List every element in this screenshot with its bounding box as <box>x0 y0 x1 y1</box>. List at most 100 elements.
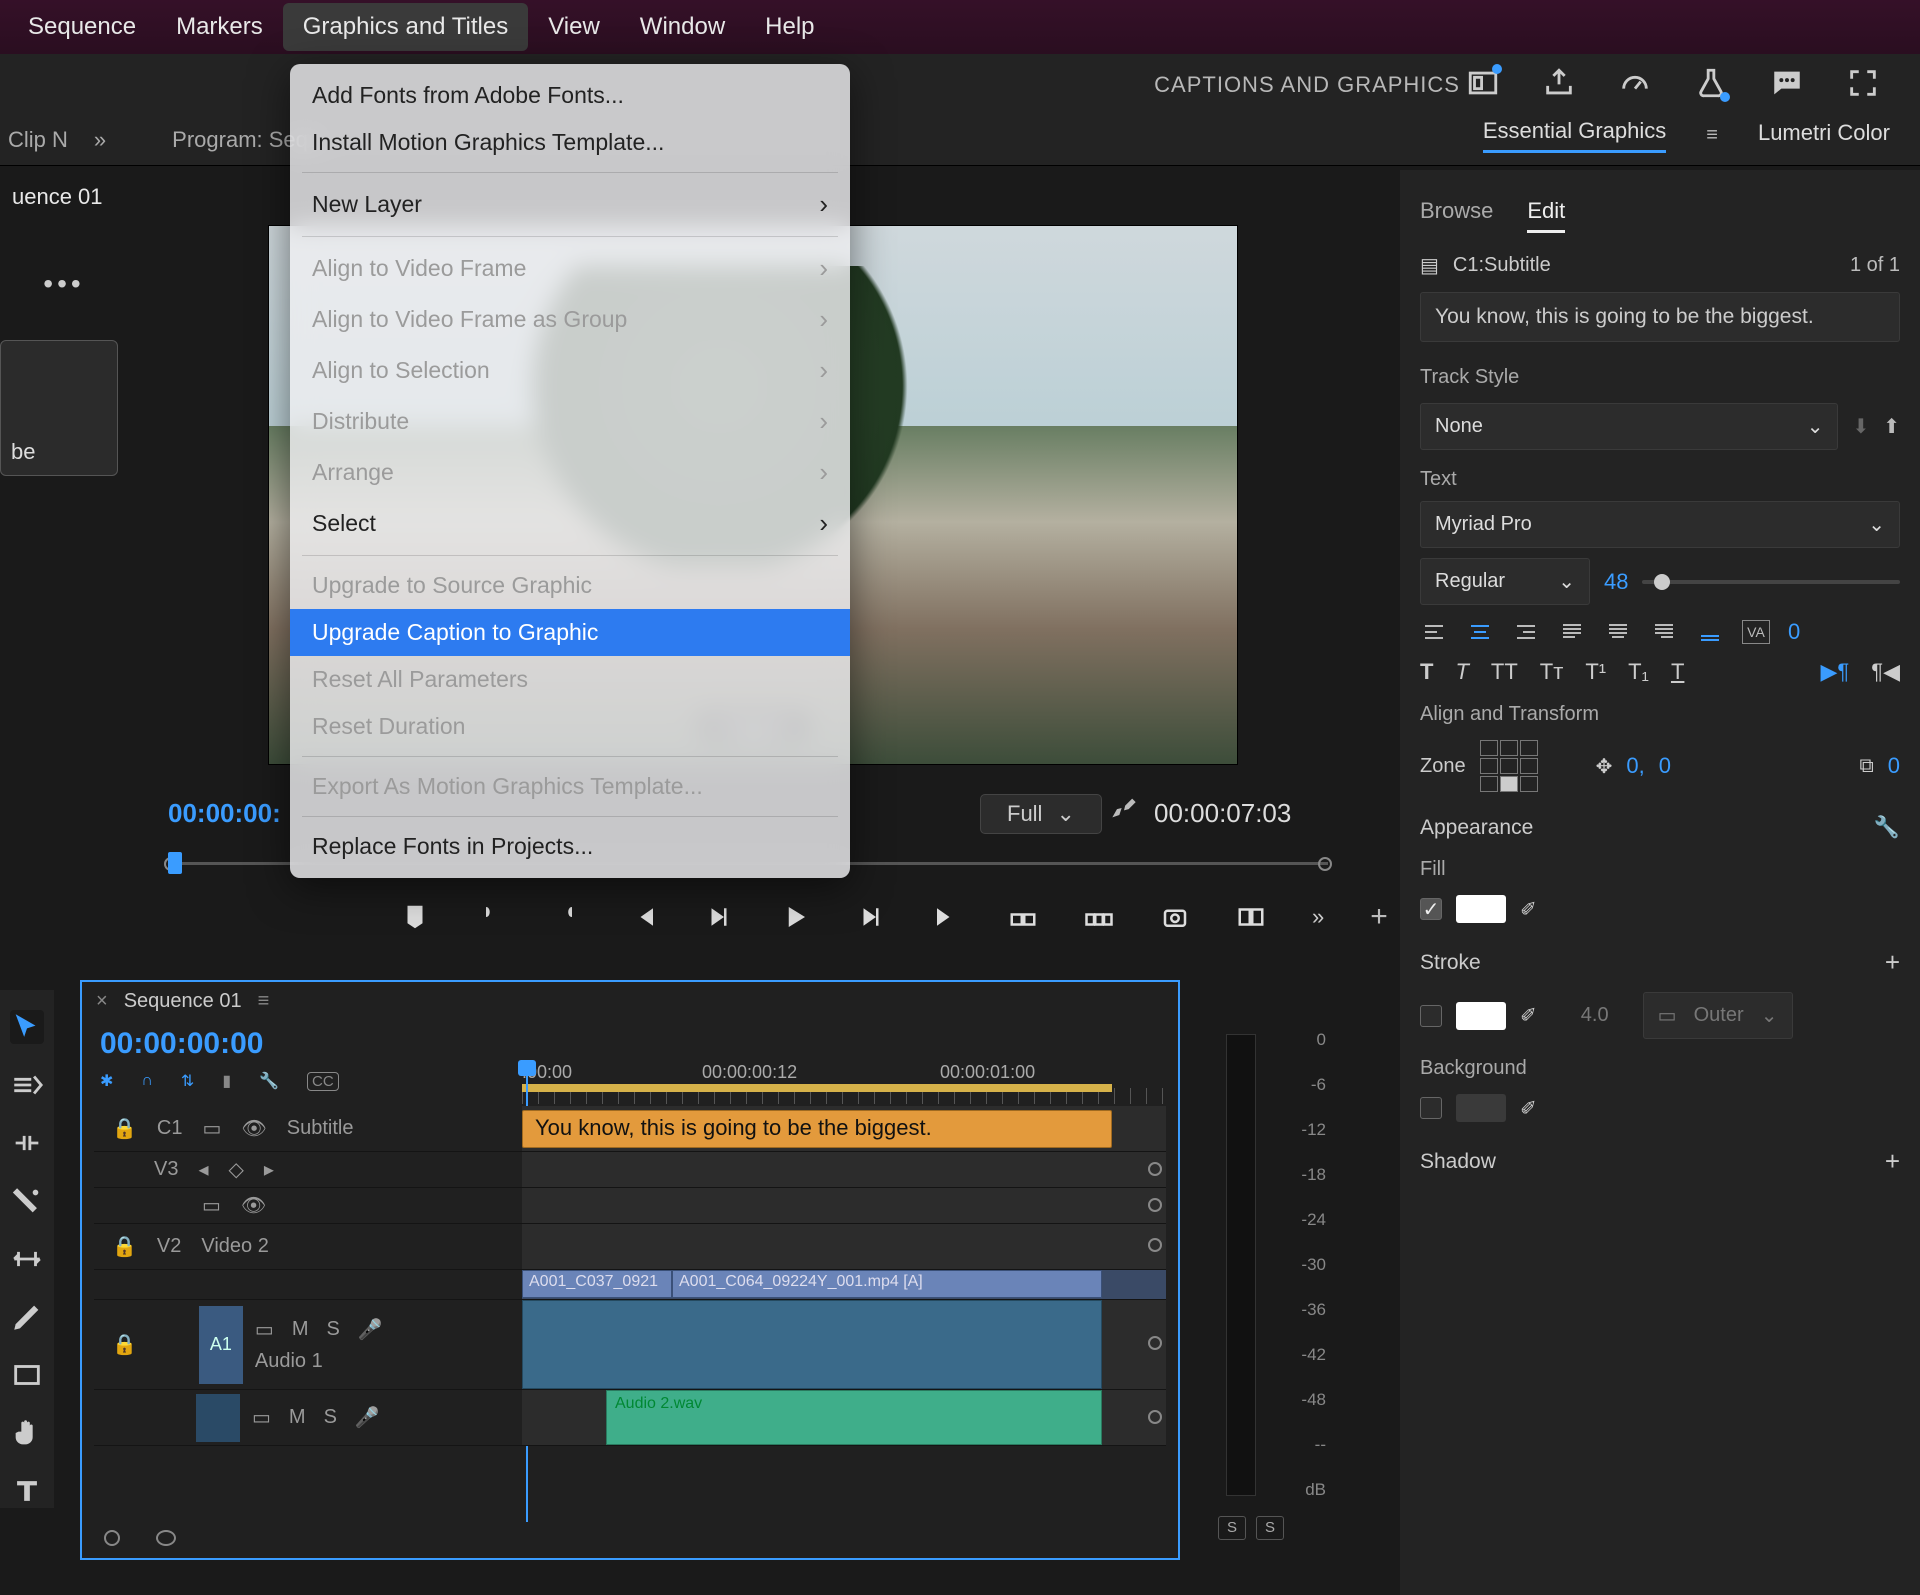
track-style-select[interactable]: None⌄ <box>1420 403 1838 450</box>
mi-install-mg[interactable]: Install Motion Graphics Template... <box>290 119 850 166</box>
lock-icon[interactable]: 🔒 <box>112 1116 137 1141</box>
eye-icon[interactable]: 👁 <box>241 1116 266 1141</box>
mi-replace-fonts[interactable]: Replace Fonts in Projects... <box>290 823 850 870</box>
bin-thumbnail[interactable]: be <box>0 340 118 476</box>
menu-graphics-titles[interactable]: Graphics and Titles <box>283 3 528 51</box>
menu-window[interactable]: Window <box>620 3 745 51</box>
justify-all-icon[interactable] <box>1696 620 1724 644</box>
audio-clip-a2[interactable]: Audio 2.wav <box>606 1390 1102 1445</box>
track-output-icon[interactable]: ▭ <box>252 1405 271 1430</box>
track-id[interactable] <box>196 1394 240 1442</box>
kerning-value[interactable]: 0 <box>1788 619 1800 645</box>
close-tab-icon[interactable]: × <box>96 990 108 1013</box>
rectangle-tool-icon[interactable] <box>10 1358 44 1392</box>
overflow-chevron-icon[interactable]: » <box>80 127 120 153</box>
lock-icon[interactable]: 🔒 <box>112 1332 137 1357</box>
eye-icon[interactable]: 👁 <box>241 1193 266 1218</box>
justify-center-icon[interactable] <box>1604 620 1632 644</box>
fill-color-swatch[interactable] <box>1456 895 1506 923</box>
menu-view[interactable]: View <box>528 3 620 51</box>
justify-right-icon[interactable] <box>1650 620 1678 644</box>
track-select-tool-icon[interactable] <box>10 1068 44 1102</box>
go-to-in-icon[interactable] <box>628 902 658 932</box>
track-keyframe-end[interactable] <box>1148 1336 1162 1350</box>
video-clip-a[interactable]: A001_C037_0921 <box>522 1270 672 1298</box>
selection-tool-icon[interactable] <box>10 1010 44 1044</box>
tab-lumetri-color[interactable]: Lumetri Color <box>1758 120 1890 152</box>
caption-text-field[interactable]: You know, this is going to be the bigges… <box>1420 292 1900 342</box>
fill-checkbox[interactable]: ✓ <box>1420 898 1442 920</box>
video-clip-b[interactable]: A001_C064_09224Y_001.mp4 [A] <box>672 1270 1102 1298</box>
kerning-icon[interactable]: VA <box>1742 620 1770 644</box>
program-tc-current[interactable]: 00:00:00: <box>168 798 281 829</box>
mi-new-layer[interactable]: New Layer <box>290 179 850 230</box>
background-color-swatch[interactable] <box>1456 1094 1506 1122</box>
meter-solo-l[interactable]: S <box>1218 1516 1246 1540</box>
export-frame-icon[interactable] <box>1160 902 1190 932</box>
track-output-icon[interactable]: ▭ <box>202 1193 221 1218</box>
mi-upgrade-caption[interactable]: Upgrade Caption to Graphic <box>290 609 850 656</box>
pos-x[interactable]: 0, <box>1626 753 1644 779</box>
menu-sequence[interactable]: Sequence <box>8 3 156 51</box>
background-checkbox[interactable] <box>1420 1097 1442 1119</box>
menu-help[interactable]: Help <box>745 3 834 51</box>
meter-solo-r[interactable]: S <box>1256 1516 1284 1540</box>
add-stroke-icon[interactable]: + <box>1885 947 1900 978</box>
stroke-type-select[interactable]: ▭ Outer⌄ <box>1643 992 1793 1039</box>
lock-icon[interactable]: 🔒 <box>112 1234 137 1259</box>
workspace-name[interactable]: CAPTIONS AND GRAPHICS <box>1154 72 1460 98</box>
magnet-icon[interactable]: ∩ <box>141 1072 153 1090</box>
gauge-icon[interactable] <box>1618 66 1652 100</box>
track-keyframe-end[interactable] <box>1148 1198 1162 1212</box>
justify-left-icon[interactable] <box>1558 620 1586 644</box>
time-ruler[interactable]: :00:00 00:00:00:12 00:00:01:00 <box>522 1062 1166 1106</box>
solo-btn[interactable]: S <box>324 1406 337 1429</box>
go-to-out-icon[interactable] <box>932 902 962 932</box>
hand-tool-icon[interactable] <box>10 1416 44 1450</box>
timeline-zoom-scroll[interactable] <box>96 1530 1164 1548</box>
eg-tab-browse[interactable]: Browse <box>1420 198 1493 233</box>
mic-icon[interactable]: 🎤 <box>355 1405 380 1430</box>
marker-icon[interactable] <box>400 902 430 932</box>
razor-tool-icon[interactable] <box>10 1184 44 1218</box>
mi-add-fonts[interactable]: Add Fonts from Adobe Fonts... <box>290 72 850 119</box>
in-point-icon[interactable] <box>476 902 506 932</box>
kf-diamond-icon[interactable]: ◇ <box>229 1157 244 1182</box>
caption-clip[interactable]: You know, this is going to be the bigges… <box>522 1110 1112 1148</box>
font-size-value[interactable]: 48 <box>1604 569 1628 595</box>
push-up-icon[interactable]: ⬆ <box>1883 414 1900 439</box>
add-shadow-icon[interactable]: + <box>1885 1146 1900 1177</box>
button-editor-icon[interactable]: + <box>1370 900 1388 934</box>
out-point-icon[interactable] <box>552 902 582 932</box>
sequence-name-truncated[interactable]: uence 01 <box>0 166 128 228</box>
align-left-icon[interactable] <box>1420 620 1448 644</box>
rtl-icon[interactable]: ¶◀ <box>1871 659 1900 685</box>
track-keyframe-end[interactable] <box>1148 1238 1162 1252</box>
appearance-settings-icon[interactable]: 🔧 <box>1874 816 1900 840</box>
align-right-icon[interactable] <box>1512 620 1540 644</box>
settings-tl-icon[interactable]: 🔧 <box>259 1071 279 1091</box>
lift-icon[interactable] <box>1008 902 1038 932</box>
tab-essential-graphics[interactable]: Essential Graphics <box>1483 118 1666 153</box>
step-back-icon[interactable] <box>704 902 734 932</box>
track-id[interactable]: V3 <box>154 1158 178 1181</box>
mute-btn[interactable]: M <box>289 1406 306 1429</box>
stroke-color-swatch[interactable] <box>1456 1002 1506 1030</box>
allcaps-icon[interactable]: TT <box>1491 659 1518 685</box>
eyedropper-icon[interactable]: ✐ <box>1520 897 1537 922</box>
eyedropper-icon[interactable]: ✐ <box>1520 1096 1537 1121</box>
beaker-icon[interactable] <box>1694 66 1728 100</box>
stroke-width[interactable]: 4.0 <box>1581 1004 1609 1027</box>
font-weight-select[interactable]: Regular⌄ <box>1420 558 1590 605</box>
more-icon[interactable]: ••• <box>0 228 128 300</box>
marker-tl-icon[interactable]: ▮ <box>222 1071 231 1091</box>
settings-wrench-icon[interactable] <box>1110 794 1138 827</box>
scale-val[interactable]: 0 <box>1888 753 1900 779</box>
play-icon[interactable] <box>780 902 810 932</box>
superscript-icon[interactable]: T¹ <box>1585 659 1606 685</box>
font-family-select[interactable]: Myriad Pro⌄ <box>1420 501 1900 548</box>
smallcaps-icon[interactable]: Tᴛ <box>1540 659 1564 685</box>
transport-overflow-icon[interactable]: » <box>1312 904 1324 930</box>
program-zoom-select[interactable]: Full⌄ <box>980 794 1102 834</box>
source-tab[interactable]: Clip N <box>8 127 68 153</box>
